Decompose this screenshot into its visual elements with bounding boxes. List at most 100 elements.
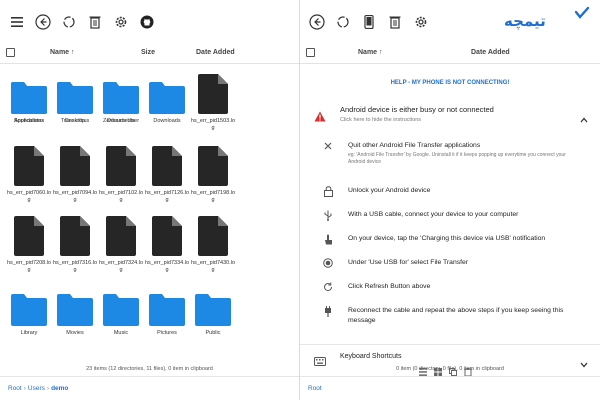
file-icon: [190, 72, 236, 114]
size-column-header[interactable]: Size: [141, 49, 155, 56]
phone-icon[interactable]: [358, 11, 380, 33]
status-text: 23 items (12 directories, 11 files), 0 i…: [86, 366, 213, 372]
refresh-icon: [322, 281, 334, 293]
refresh-icon[interactable]: [58, 11, 80, 33]
breadcrumb-root[interactable]: Root: [8, 385, 22, 392]
brand-logo: تیمچه: [502, 6, 592, 32]
folder-icon: [52, 72, 98, 114]
file-item[interactable]: hs_err_pid7334.log: [144, 214, 190, 274]
select-all-checkbox[interactable]: [6, 48, 15, 57]
folder-icon: [98, 72, 144, 114]
breadcrumb-users[interactable]: Users: [28, 385, 45, 392]
file-item[interactable]: hs_err_pid7324.log: [98, 214, 144, 274]
file-item[interactable]: hs_err_pid7208.log: [6, 214, 52, 274]
view-list-icon[interactable]: [417, 366, 428, 377]
item-label: Music: [113, 330, 129, 336]
breadcrumb: Root › Users › demo: [8, 385, 68, 392]
keyboard-shortcuts-accordion[interactable]: Keyboard Shortcuts: [300, 344, 600, 368]
github-icon[interactable]: [136, 11, 158, 33]
name-column-header[interactable]: Name ↑: [358, 49, 383, 56]
usb-icon: [322, 209, 334, 221]
item-label: Downloads: [153, 118, 181, 124]
accordion-subtitle[interactable]: Click here to hide the instructions: [340, 117, 421, 123]
item-label: Soundslates: [13, 118, 45, 124]
folder-item[interactable]: Downloads: [144, 72, 190, 125]
brand-logo-text: تیمچه: [504, 12, 546, 31]
folder-item[interactable]: Soundslates: [6, 72, 52, 125]
folder-icon: [98, 284, 144, 326]
instruction-step-text: Quit other Android File Transfer applica…: [348, 142, 481, 149]
date-added-column-header[interactable]: Date Added: [196, 49, 235, 56]
breadcrumb-separator: ›: [46, 385, 50, 392]
trash-icon[interactable]: [84, 11, 106, 33]
refresh-icon[interactable]: [332, 11, 354, 33]
bottom-bar: Root › Users › demo: [0, 376, 299, 400]
close-icon: [322, 140, 334, 152]
instruction-step-text: Reconnect the cable and repeat the above…: [348, 307, 564, 324]
item-label: hs_err_pid7208.log: [6, 260, 52, 273]
folder-icon: [144, 72, 190, 114]
date-added-column-header[interactable]: Date Added: [471, 49, 510, 56]
folder-icon: [52, 284, 98, 326]
folder-item[interactable]: Transkribus: [52, 72, 98, 125]
instruction-step-text: Click Refresh Button above: [348, 283, 431, 290]
settings-icon[interactable]: [110, 11, 132, 33]
item-label: hs_err_pid7198.log: [190, 190, 236, 203]
menu-icon[interactable]: [6, 11, 28, 33]
item-label: hs_err_pid7334.log: [144, 260, 190, 273]
folder-item[interactable]: Music: [98, 284, 144, 337]
item-label: hs_err_pid7316.log: [52, 260, 98, 273]
help-title: HELP - MY PHONE IS NOT CONNECTING!: [390, 80, 510, 86]
file-item[interactable]: hs_err_pid7094.log: [52, 144, 98, 204]
instruction-step-text: Unlock your Android device: [348, 187, 431, 194]
folder-icon: [6, 72, 52, 114]
file-item[interactable]: hs_err_pid7430.log: [190, 214, 236, 274]
lock-icon: [322, 185, 334, 197]
touch-icon: [322, 233, 334, 245]
folder-item[interactable]: Public: [190, 284, 236, 337]
instruction-step-text: Under 'Use USB for' select File Transfer: [348, 259, 469, 266]
file-item[interactable]: hs_err_pid7102.log: [98, 144, 144, 204]
back-icon[interactable]: [306, 11, 328, 33]
folder-item[interactable]: Library: [6, 284, 52, 337]
copy-icon[interactable]: [447, 366, 458, 377]
file-icon: [190, 144, 236, 186]
device-status-accordion-header[interactable]: Android device is either busy or not con…: [300, 100, 600, 132]
chevron-up-icon[interactable]: [580, 110, 588, 128]
breadcrumb-root[interactable]: Root: [308, 385, 322, 392]
trash-icon[interactable]: [384, 11, 406, 33]
item-label: hs_err_pid7060.log: [6, 190, 52, 203]
file-icon: [52, 214, 98, 256]
left-pane: Name ↑ Size Date Added Applications Deskt…: [0, 0, 300, 400]
paste-icon[interactable]: [462, 366, 473, 377]
item-label: hs_err_pid7094.log: [52, 190, 98, 203]
item-label: Transkribus: [60, 118, 90, 124]
file-item[interactable]: hs_err_pid7198.log: [190, 144, 236, 204]
item-label: hs_err_pid7102.log: [98, 190, 144, 203]
back-icon[interactable]: [32, 11, 54, 33]
bottom-bar: Root: [300, 376, 600, 400]
left-toolbar: [0, 0, 299, 44]
view-grid-icon[interactable]: [432, 366, 443, 377]
file-item[interactable]: hs_err_pid7126.log: [144, 144, 190, 204]
file-item[interactable]: hs_err_pid7316.log: [52, 214, 98, 274]
file-icon: [98, 214, 144, 256]
breadcrumb-current: demo: [51, 385, 69, 392]
folder-item[interactable]: Zenbeats User: [98, 72, 144, 125]
name-column-header[interactable]: Name ↑: [50, 49, 75, 56]
folder-icon: [6, 284, 52, 326]
column-header: Name ↑ Size Date Added: [0, 44, 299, 64]
item-label: hs_err_pid1503.log: [190, 118, 236, 131]
radio-icon: [322, 257, 334, 269]
folder-item[interactable]: Movies: [52, 284, 98, 337]
file-item[interactable]: hs_err_pid1503.log: [190, 72, 236, 132]
select-all-checkbox[interactable]: [306, 48, 315, 57]
file-icon: [6, 144, 52, 186]
breadcrumb-separator: ›: [23, 385, 26, 392]
file-item[interactable]: hs_err_pid7060.log: [6, 144, 52, 204]
instruction-step-text: On your device, tap the 'Charging this d…: [348, 235, 546, 242]
settings-icon[interactable]: [410, 11, 432, 33]
file-icon: [144, 214, 190, 256]
file-icon: [6, 214, 52, 256]
folder-item[interactable]: Pictures: [144, 284, 190, 337]
